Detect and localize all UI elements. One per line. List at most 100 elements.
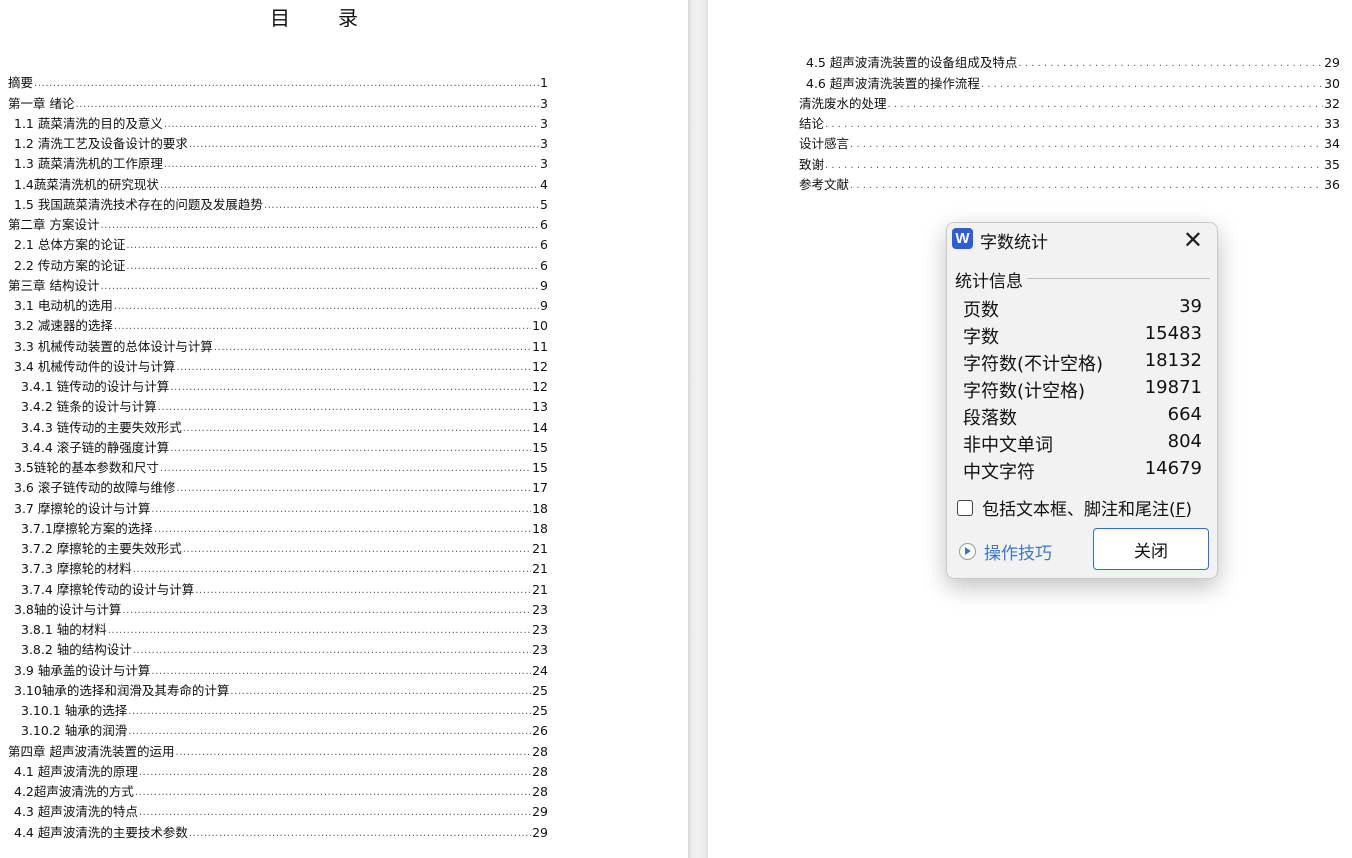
toc-entry[interactable]: 3.4 机械传动件的设计与计算 12 bbox=[8, 357, 548, 377]
toc-entry-page: 6 bbox=[540, 237, 548, 253]
toc-entry[interactable]: 第二章 方案设计 6 bbox=[8, 215, 548, 235]
toc-entry[interactable]: 1.2 清洗工艺及设备设计的要求 3 bbox=[8, 134, 548, 154]
toc-entry-page: 15 bbox=[532, 460, 548, 475]
toc-entry[interactable]: 3.3 机械传动装置的总体设计与计算 11 bbox=[8, 336, 548, 356]
toc-entry[interactable]: 3.5链轮的基本参数和尺寸 15 bbox=[8, 458, 548, 478]
toc-entry[interactable]: 4.4 超声波清洗的主要技术参数 29 bbox=[8, 822, 548, 842]
include-checkbox-row[interactable]: 包括文本框、脚注和尾注(F) bbox=[957, 495, 1192, 520]
close-button[interactable]: 关闭 bbox=[1093, 528, 1209, 570]
stat-row: 页数 39 bbox=[963, 296, 1202, 323]
page-gutter bbox=[688, 0, 708, 858]
toc-entry[interactable]: 清洗废水的处理 32 bbox=[799, 94, 1340, 114]
toc-entry-page: 21 bbox=[532, 581, 548, 597]
toc-leader-dots bbox=[75, 96, 539, 114]
toc-entry-title: 3.7.4 摩擦轮传动的设计与计算 bbox=[21, 581, 195, 597]
toc-entry[interactable]: 4.2超声波清洗的方式 28 bbox=[8, 782, 548, 802]
toc-entry[interactable]: 1.3 蔬菜清洗机的工作原理 3 bbox=[8, 154, 548, 174]
toc-entry[interactable]: 3.8.2 轴的结构设计 23 bbox=[8, 640, 548, 660]
toc-entry-title: 第二章 方案设计 bbox=[8, 217, 100, 232]
toc-entry[interactable]: 3.7.3 摩擦轮的材料 21 bbox=[8, 559, 548, 579]
toc-entry-title: 1.1 蔬菜清洗的目的及意义 bbox=[14, 115, 163, 131]
toc-entry[interactable]: 3.7.4 摩擦轮传动的设计与计算 21 bbox=[8, 579, 548, 599]
toc-entry[interactable]: 3.7.2 摩擦轮的主要失效形式 21 bbox=[8, 539, 548, 559]
toc-entry-page: 25 bbox=[532, 682, 548, 698]
toc-entry[interactable]: 1.4蔬菜清洗机的研究现状 4 bbox=[8, 174, 548, 194]
toc-entry[interactable]: 第三章 结构设计 9 bbox=[8, 276, 548, 296]
toc-entry[interactable]: 3.4.2 链条的设计与计算 13 bbox=[8, 397, 548, 417]
toc-entry[interactable]: 摘要 1 bbox=[8, 73, 548, 93]
toc-entry-page: 28 bbox=[532, 743, 548, 759]
toc-entry-title: 3.10.2 轴承的润滑 bbox=[21, 723, 128, 739]
close-icon[interactable]: ✕ bbox=[1183, 228, 1203, 252]
toc-entry[interactable]: 4.3 超声波清洗的特点 29 bbox=[8, 802, 548, 822]
toc-leader-dots bbox=[170, 379, 531, 397]
toc-entry[interactable]: 3.8.1 轴的材料 23 bbox=[8, 620, 548, 640]
toc-entry-title: 3.8.2 轴的结构设计 bbox=[21, 642, 132, 658]
toc-leader-dots bbox=[176, 480, 531, 498]
toc-entry-title: 3.4.4 滚子链的静强度计算 bbox=[21, 439, 170, 455]
toc-entry[interactable]: 4.1 超声波清洗的原理 28 bbox=[8, 762, 548, 782]
toc-leader-dots bbox=[133, 561, 531, 579]
toc-entry[interactable]: 3.4.4 滚子链的静强度计算 15 bbox=[8, 438, 548, 458]
toc-entry[interactable]: 3.6 滚子链传动的故障与维修 17 bbox=[8, 478, 548, 498]
toc-entry[interactable]: 1.5 我国蔬菜清洗技术存在的问题及发展趋势 5 bbox=[8, 195, 548, 215]
toc-leader-dots bbox=[888, 96, 1324, 114]
stat-row: 字符数(计空格) 19871 bbox=[963, 377, 1202, 404]
wps-logo-icon: W bbox=[952, 228, 973, 249]
toc-entry[interactable]: 4.6 超声波清洗装置的操作流程 30 bbox=[799, 73, 1340, 93]
toc-entry[interactable]: 3.10轴承的选择和润滑及其寿命的计算 25 bbox=[8, 681, 548, 701]
toc-entry[interactable]: 3.2 减速器的选择 10 bbox=[8, 316, 548, 336]
toc-entry-page: 32 bbox=[1324, 95, 1340, 111]
toc-leader-dots bbox=[100, 217, 539, 235]
include-checkbox-label[interactable]: 包括文本框、脚注和尾注(F) bbox=[982, 495, 1192, 520]
stat-row: 非中文单词 804 bbox=[963, 431, 1202, 458]
toc-entry[interactable]: 3.4.1 链传动的设计与计算 12 bbox=[8, 377, 548, 397]
toc-entry-title: 3.2 减速器的选择 bbox=[14, 318, 113, 334]
toc-entry[interactable]: 第一章 绪论 3 bbox=[8, 93, 548, 113]
toc-entry[interactable]: 1.1 蔬菜清洗的目的及意义 3 bbox=[8, 114, 548, 134]
toc-entry[interactable]: 3.4.3 链传动的主要失效形式 14 bbox=[8, 417, 548, 437]
toc-leader-dots bbox=[850, 136, 1323, 154]
toc-leader-dots bbox=[189, 825, 531, 843]
toc-entry-page: 29 bbox=[532, 824, 548, 840]
toc-leader-dots bbox=[189, 136, 539, 154]
toc-leader-dots bbox=[126, 237, 539, 255]
toc-entry-title: 参考文献 bbox=[799, 176, 850, 192]
toc-entry[interactable]: 3.1 电动机的选用 9 bbox=[8, 296, 548, 316]
toc-entry[interactable]: 3.8轴的设计与计算 23 bbox=[8, 600, 548, 620]
toc-entry[interactable]: 2.2 传动方案的论证 6 bbox=[8, 255, 548, 275]
toc-entry-page: 14 bbox=[532, 419, 548, 435]
toc-entry[interactable]: 参考文献 36 bbox=[799, 175, 1340, 195]
toc-entry-title: 摘要 bbox=[8, 75, 34, 91]
stat-value: 14679 bbox=[1144, 458, 1202, 479]
toc-leader-dots bbox=[183, 420, 531, 438]
toc-leader-dots bbox=[108, 622, 531, 640]
toc-entry[interactable]: 设计感言 34 bbox=[799, 134, 1340, 154]
stat-row: 字符数(不计空格) 18132 bbox=[963, 350, 1202, 377]
toc-entry[interactable]: 3.9 轴承盖的设计与计算 24 bbox=[8, 660, 548, 680]
toc-entry[interactable]: 3.10.2 轴承的润滑 26 bbox=[8, 721, 548, 741]
toc-leader-dots bbox=[195, 582, 531, 600]
toc-leader-dots bbox=[114, 298, 539, 316]
toc-entry[interactable]: 4.5 超声波清洗装置的设备组成及特点 29 bbox=[799, 53, 1340, 73]
toc-entry-page: 34 bbox=[1324, 136, 1340, 152]
toc-entry[interactable]: 3.10.1 轴承的选择 25 bbox=[8, 701, 548, 721]
include-checkbox[interactable] bbox=[957, 499, 973, 516]
toc-leader-dots bbox=[825, 157, 1323, 175]
toc-entry-title: 3.4.3 链传动的主要失效形式 bbox=[21, 419, 182, 435]
toc-entry[interactable]: 致谢 35 bbox=[799, 154, 1340, 174]
toc-leader-dots bbox=[981, 76, 1323, 94]
toc-entry-title: 4.4 超声波清洗的主要技术参数 bbox=[14, 824, 188, 840]
toc-entry[interactable]: 3.7 摩擦轮的设计与计算 18 bbox=[8, 498, 548, 518]
toc-entry-page: 21 bbox=[532, 541, 548, 556]
toc-entry-page: 28 bbox=[532, 763, 548, 779]
tips-link[interactable]: 操作技巧 bbox=[959, 539, 1052, 564]
toc-entry[interactable]: 2.1 总体方案的论证 6 bbox=[8, 235, 548, 255]
toc-entry-title: 4.5 超声波清洗装置的设备组成及特点 bbox=[806, 55, 1018, 71]
toc-entry[interactable]: 3.7.1摩擦轮方案的选择 18 bbox=[8, 519, 548, 539]
toc-entry-title: 结论 bbox=[799, 116, 825, 131]
toc-entry-page: 21 bbox=[532, 561, 548, 577]
toc-entry[interactable]: 结论 33 bbox=[799, 114, 1340, 134]
stat-value: 804 bbox=[1167, 431, 1202, 452]
toc-entry[interactable]: 第四章 超声波清洗装置的运用 28 bbox=[8, 741, 548, 761]
